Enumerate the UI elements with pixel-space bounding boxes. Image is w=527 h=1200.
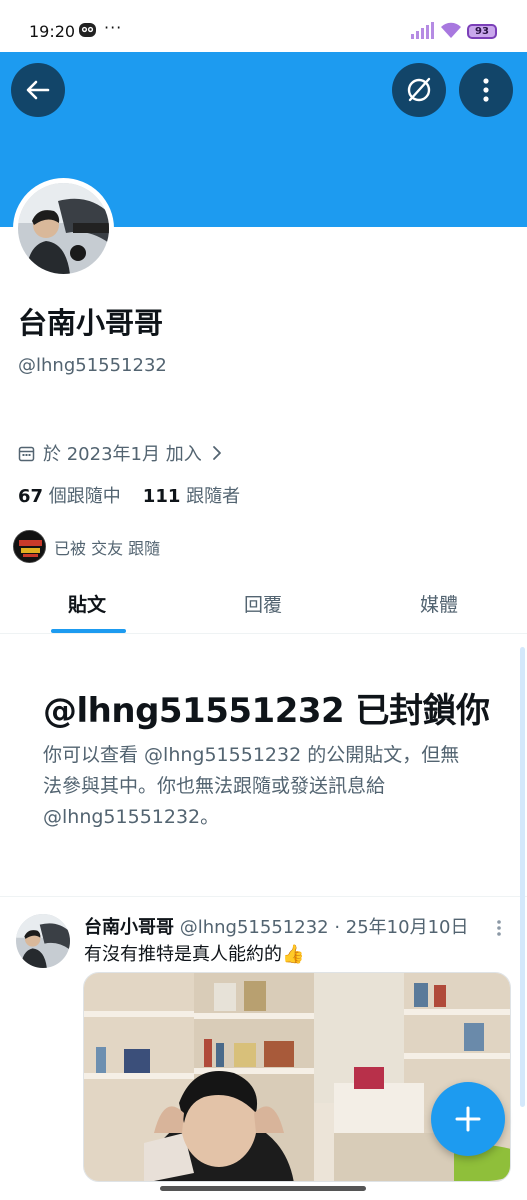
- plus-icon: [455, 1106, 481, 1132]
- tweet-more-icon[interactable]: [494, 918, 504, 938]
- tweet-media-image[interactable]: [83, 972, 511, 1182]
- home-indicator[interactable]: [160, 1186, 366, 1191]
- follower-avatar: [13, 530, 46, 563]
- profile-avatar[interactable]: [13, 178, 114, 279]
- followed-by[interactable]: 已被 交友 跟隨: [13, 530, 160, 563]
- profile-display-name: 台南小哥哥: [18, 306, 164, 340]
- arrow-left-icon: [26, 80, 50, 100]
- blocked-title: @lhng51551232 已封鎖你: [43, 691, 490, 731]
- follow-stats: 67 個跟隨中 111 跟隨者: [18, 482, 240, 508]
- tweet-header: 台南小哥哥 @lhng51551232 · 25年10月10日: [84, 913, 468, 939]
- tab-media[interactable]: 媒體: [420, 590, 458, 617]
- grok-icon: [407, 77, 431, 102]
- grok-button[interactable]: [392, 63, 446, 117]
- blocked-description: 你可以查看 @lhng51551232 的公開貼文，但無法參與其中。你也無法跟隨…: [43, 744, 460, 828]
- joined-date[interactable]: 於 2023年1月 加入: [18, 440, 224, 466]
- status-bar: 19:20 ··· 93: [0, 0, 527, 52]
- tweet-avatar-photo: [16, 914, 70, 968]
- wifi-icon: [441, 22, 461, 38]
- follower-avatar-image: [14, 531, 45, 562]
- app-notification-icon: [79, 23, 96, 37]
- followed-by-text: 已被 交友 跟隨: [54, 538, 161, 558]
- tab-replies[interactable]: 回覆: [244, 590, 282, 617]
- tweet-text: 有沒有推特是真人能約的👍: [84, 944, 305, 965]
- divider: [0, 896, 527, 897]
- battery-icon: 93: [467, 24, 497, 39]
- more-options-button[interactable]: [459, 63, 513, 117]
- followers-link[interactable]: 111 跟隨者: [143, 486, 240, 507]
- tweet-author-name[interactable]: 台南小哥哥: [84, 917, 174, 938]
- status-time: 19:20: [29, 22, 76, 41]
- calendar-icon: [18, 446, 35, 461]
- tweet-photo: [84, 973, 510, 1181]
- tweet-meta: @lhng51551232 · 25年10月10日: [179, 917, 469, 938]
- compose-button[interactable]: [431, 1082, 505, 1156]
- signal-icon: [411, 22, 434, 39]
- following-link[interactable]: 67 個跟隨中: [18, 486, 121, 507]
- back-button[interactable]: [11, 63, 65, 117]
- joined-text: 於 2023年1月 加入: [43, 444, 202, 465]
- scrollbar[interactable]: [520, 647, 525, 1107]
- avatar-photo: [18, 183, 109, 274]
- profile-handle: @lhng51551232: [18, 355, 167, 376]
- following-label: 個跟隨中: [48, 486, 121, 507]
- active-tab-indicator: [51, 629, 126, 633]
- following-count: 67: [18, 486, 44, 507]
- followers-label: 跟隨者: [186, 486, 241, 507]
- profile-tabs: 貼文 回覆 媒體: [0, 578, 527, 634]
- tweet-avatar[interactable]: [16, 914, 70, 968]
- tab-posts[interactable]: 貼文: [68, 590, 106, 617]
- followers-count: 111: [142, 486, 181, 507]
- more-vertical-icon: [483, 78, 489, 102]
- status-more-dots: ···: [104, 18, 123, 37]
- chevron-right-icon: [212, 446, 221, 460]
